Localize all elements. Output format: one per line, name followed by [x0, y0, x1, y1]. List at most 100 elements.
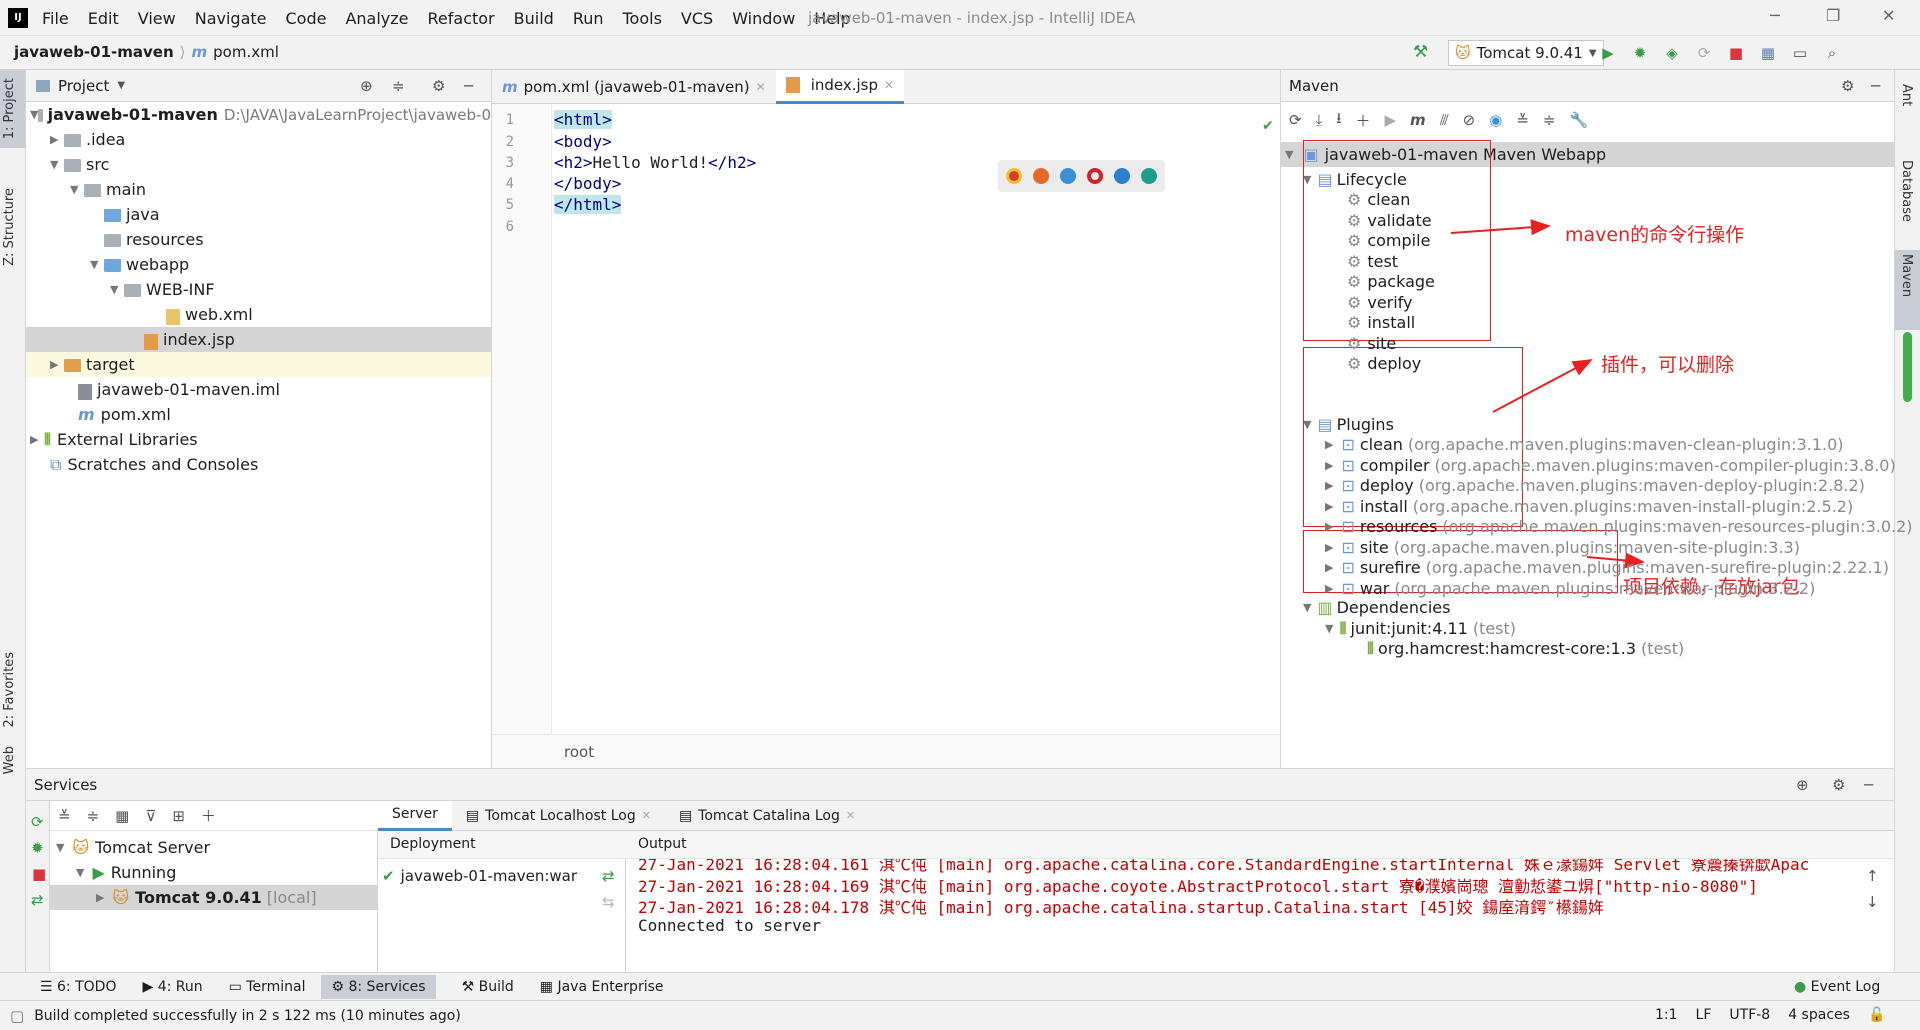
caret-position[interactable]: 1:1 — [1655, 1007, 1678, 1023]
menu-tools[interactable]: Tools — [623, 9, 662, 28]
tool-tab-event-log[interactable]: ● Event Log — [1794, 979, 1880, 995]
menu-view[interactable]: View — [138, 9, 176, 28]
lifecycle-goal-deploy[interactable]: ⚙ deploy — [1347, 351, 1421, 376]
expand-all-icon[interactable]: ≚ — [58, 807, 71, 825]
presentation-icon[interactable]: ▭ — [1790, 43, 1810, 63]
lock-icon[interactable]: 🔓 — [1868, 1007, 1885, 1023]
run-config-select[interactable]: 🐱 Tomcat 9.0.41 ▼ — [1448, 40, 1604, 66]
debug-icon[interactable]: ✹ — [1630, 43, 1650, 63]
tree-item-iml[interactable]: javaweb-01-maven.iml — [26, 377, 491, 402]
project-panel-title[interactable]: Project — [58, 77, 109, 95]
undeploy-icon[interactable]: ⇆ — [602, 893, 615, 911]
service-running[interactable]: ▼ ▶ Running — [76, 860, 176, 885]
tool-tab-java-enterprise[interactable]: ▦ Java Enterprise — [540, 979, 664, 995]
tab-pom-xml[interactable]: m pom.xml (javaweb-01-maven) ✕ — [492, 70, 776, 104]
add-service-icon[interactable]: ⊕ — [1796, 776, 1809, 794]
tool-tab-project[interactable]: 1: Project — [2, 78, 17, 139]
breadcrumb-file[interactable]: pom.xml — [213, 43, 279, 61]
breadcrumb-project[interactable]: javaweb-01-maven — [14, 43, 174, 61]
tool-tab-structure[interactable]: Z: Structure — [2, 188, 17, 266]
redeploy-icon[interactable]: ⇄ — [602, 867, 615, 885]
tree-item-pom[interactable]: m pom.xml — [26, 402, 491, 427]
chevron-down-icon[interactable]: ▼ — [117, 80, 125, 91]
filter-icon[interactable]: ⊽ — [145, 807, 156, 825]
group-icon[interactable]: ▦ — [115, 807, 129, 825]
edge-icon[interactable] — [1141, 168, 1157, 184]
locate-icon[interactable]: ⊕ — [360, 77, 373, 95]
scroll-up-icon[interactable]: ↑ — [1866, 867, 1879, 885]
build-hammer-icon[interactable]: ⚒ — [1413, 42, 1428, 62]
stop-icon[interactable]: ■ — [1726, 43, 1746, 63]
tree-item-resources[interactable]: resources — [26, 227, 491, 252]
coverage-icon[interactable]: ◈ — [1662, 43, 1682, 63]
tree-item-external-libraries[interactable]: ▶ ⦀ External Libraries — [26, 427, 491, 452]
tool-tab-web[interactable]: Web — [2, 746, 17, 774]
tool-tab-services[interactable]: ⚙ 8: Services — [321, 974, 436, 999]
menu-run[interactable]: Run — [573, 9, 604, 28]
close-tab-icon[interactable]: ✕ — [884, 78, 894, 92]
hide-icon[interactable]: ─ — [464, 77, 473, 95]
tab-server[interactable]: Server — [378, 800, 452, 831]
safari-icon[interactable] — [1060, 168, 1076, 184]
opera-icon[interactable] — [1087, 168, 1103, 184]
hide-icon[interactable]: ─ — [1864, 776, 1873, 794]
firefox-icon[interactable] — [1033, 168, 1049, 184]
tool-tab-terminal[interactable]: ▭ Terminal — [229, 979, 306, 995]
project-structure-icon[interactable]: ▦ — [1758, 43, 1778, 63]
gear-icon[interactable]: ⚙ — [432, 77, 445, 95]
code-area[interactable]: <html> <body> <h2>Hello World!</h2> </bo… — [552, 104, 1280, 734]
tool-tab-maven[interactable]: Maven — [1899, 254, 1914, 297]
menu-window[interactable]: Window — [732, 9, 795, 28]
tree-item-src[interactable]: ▼ src — [26, 152, 491, 177]
menu-build[interactable]: Build — [514, 9, 554, 28]
search-icon[interactable]: ⌕ — [1822, 43, 1842, 63]
tree-root[interactable]: ▼ javaweb-01-maven D:\JAVA\JavaLearnProj… — [26, 102, 491, 127]
add-icon[interactable]: ＋ — [201, 805, 216, 826]
service-tomcat-server[interactable]: ▼ 🐱 Tomcat Server — [56, 835, 210, 860]
minimize-icon[interactable]: ─ — [1770, 6, 1780, 25]
tool-tab-database[interactable]: Database — [1899, 160, 1914, 222]
menu-navigate[interactable]: Navigate — [195, 9, 267, 28]
console-output[interactable]: 27-Jan-2021 16:28:04.161 淇℃伅 [main] org.… — [626, 859, 1858, 973]
profile-icon[interactable]: ⟳ — [1694, 43, 1714, 63]
menu-analyze[interactable]: Analyze — [345, 9, 408, 28]
menu-file[interactable]: File — [42, 9, 69, 28]
menu-edit[interactable]: Edit — [88, 9, 119, 28]
tree-item-webapp[interactable]: ▼ webapp — [26, 252, 491, 277]
tree-item-java[interactable]: java — [26, 202, 491, 227]
close-tab-icon[interactable]: ✕ — [756, 80, 766, 94]
close-tab-icon[interactable]: ✕ — [642, 809, 651, 822]
editor-breadcrumb[interactable]: root — [564, 743, 594, 761]
tab-localhost-log[interactable]: ▤ Tomcat Localhost Log ✕ — [452, 801, 665, 831]
deployment-artifact[interactable]: ✔ javaweb-01-maven:war — [382, 863, 577, 888]
line-separator[interactable]: LF — [1696, 1007, 1712, 1023]
tree-item-scratches[interactable]: ⧉ Scratches and Consoles — [26, 452, 491, 477]
menu-refactor[interactable]: Refactor — [428, 9, 495, 28]
tree-item-main[interactable]: ▼ main — [26, 177, 491, 202]
tree-item-index-jsp[interactable]: index.jsp — [26, 327, 491, 352]
tab-index-jsp[interactable]: index.jsp ✕ — [775, 69, 905, 104]
tree-item-web-xml[interactable]: web.xml — [26, 302, 491, 327]
tool-tab-run[interactable]: ▶ 4: Run — [142, 979, 202, 995]
tab-catalina-log[interactable]: ▤ Tomcat Catalina Log ✕ — [665, 801, 869, 831]
scroll-down-icon[interactable]: ↓ — [1866, 893, 1879, 911]
close-tab-icon[interactable]: ✕ — [846, 809, 855, 822]
deploy-icon[interactable]: ⇄ — [31, 891, 44, 909]
plugin-war[interactable]: ▶ ⊡ war (org.apache.maven.plugins:maven-war… — [1325, 576, 1815, 601]
collapse-all-icon[interactable]: ≑ — [87, 807, 100, 825]
tool-tab-todo[interactable]: ☰ 6: TODO — [40, 979, 116, 995]
ie-icon[interactable] — [1114, 168, 1130, 184]
restore-icon[interactable]: ❐ — [1826, 6, 1840, 25]
new-tab-icon[interactable]: ⊞ — [172, 807, 185, 825]
tool-tab-favorites[interactable]: 2: Favorites — [2, 652, 17, 728]
menu-vcs[interactable]: VCS — [681, 9, 713, 28]
gear-icon[interactable]: ⚙ — [1832, 776, 1845, 794]
tool-tab-build[interactable]: ⚒ Build — [462, 979, 514, 995]
run-icon[interactable]: ▶ — [1598, 43, 1618, 63]
stop-icon[interactable]: ■ — [32, 865, 46, 883]
collapse-all-icon[interactable]: ≑ — [392, 77, 405, 95]
close-icon[interactable]: ✕ — [1882, 6, 1895, 25]
tree-item-web-inf[interactable]: ▼ WEB-INF — [26, 277, 491, 302]
indent-setting[interactable]: 4 spaces — [1788, 1007, 1850, 1023]
menu-code[interactable]: Code — [286, 9, 327, 28]
